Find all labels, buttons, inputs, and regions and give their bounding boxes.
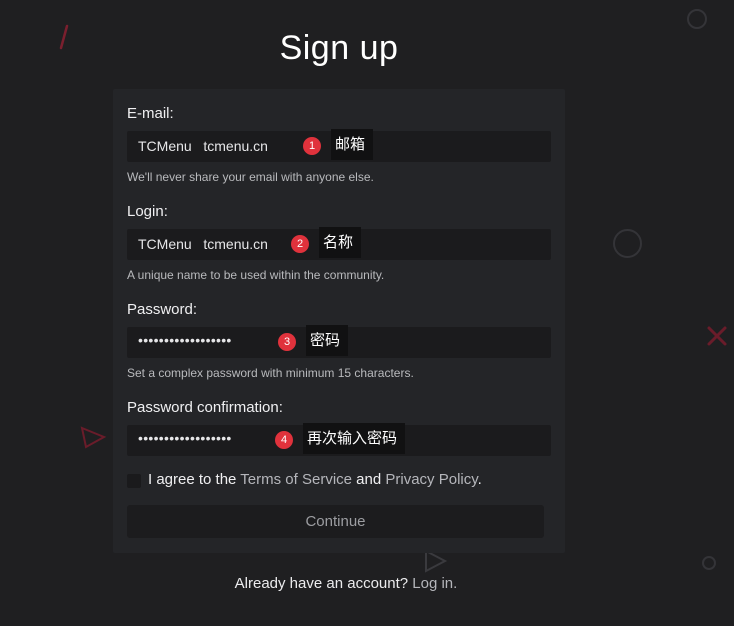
- annotation-badge: 2: [291, 235, 309, 253]
- annotation-tag: 再次输入密码: [303, 423, 406, 454]
- login-help: A unique name to be used within the comm…: [127, 268, 385, 282]
- annotation-tag: 名称: [319, 227, 362, 258]
- email-field[interactable]: TCMenu tcmenu.cn 1 邮箱: [127, 129, 551, 162]
- login-value: TCMenu tcmenu.cn: [138, 236, 268, 252]
- login-prompt: Already have an account? Log in.: [0, 575, 692, 592]
- password-field[interactable]: •••••••••••••••••• 3 密码: [127, 325, 551, 358]
- annotation-tag: 密码: [306, 325, 349, 356]
- log-in-link[interactable]: Log in.: [412, 575, 457, 592]
- annotation-badge: 3: [278, 333, 296, 351]
- agree-suffix: .: [477, 471, 482, 488]
- annotation-badge: 1: [303, 137, 321, 155]
- password-label: Password:: [127, 301, 198, 318]
- agree-checkbox[interactable]: [127, 474, 141, 488]
- privacy-policy-link[interactable]: Privacy Policy: [385, 471, 477, 488]
- password-help: Set a complex password with minimum 15 c…: [127, 366, 414, 380]
- terms-of-service-link[interactable]: Terms of Service: [240, 471, 352, 488]
- continue-button[interactable]: Continue: [127, 505, 544, 538]
- email-label: E-mail:: [127, 105, 174, 122]
- login-label: Login:: [127, 203, 168, 220]
- agree-text: I agree to the Terms of Service and Priv…: [148, 471, 482, 488]
- page-title: Sign up: [279, 29, 399, 67]
- password-confirmation-value: ••••••••••••••••••: [138, 430, 232, 446]
- decor-circle-icon: [613, 229, 642, 258]
- decor-triangle-icon: [80, 426, 107, 449]
- agree-prefix: I agree to the: [148, 471, 241, 488]
- password-value: ••••••••••••••••••: [138, 332, 232, 348]
- decor-cross-icon: [707, 326, 727, 346]
- login-prompt-text: Already have an account?: [234, 575, 413, 592]
- email-help: We'll never share your email with anyone…: [127, 170, 374, 184]
- decor-circle-icon: [702, 556, 716, 570]
- password-confirmation-field[interactable]: •••••••••••••••••• 4 再次输入密码: [127, 423, 551, 456]
- email-value: TCMenu tcmenu.cn: [138, 138, 268, 154]
- annotation-badge: 4: [275, 431, 293, 449]
- agree-middle: and: [352, 471, 386, 488]
- decor-circle-icon: [687, 9, 707, 29]
- login-field[interactable]: TCMenu tcmenu.cn 2 名称: [127, 227, 551, 260]
- annotation-tag: 邮箱: [331, 129, 374, 160]
- password-confirmation-label: Password confirmation:: [127, 399, 283, 416]
- signup-form: E-mail: TCMenu tcmenu.cn 1 邮箱 We'll neve…: [113, 89, 565, 553]
